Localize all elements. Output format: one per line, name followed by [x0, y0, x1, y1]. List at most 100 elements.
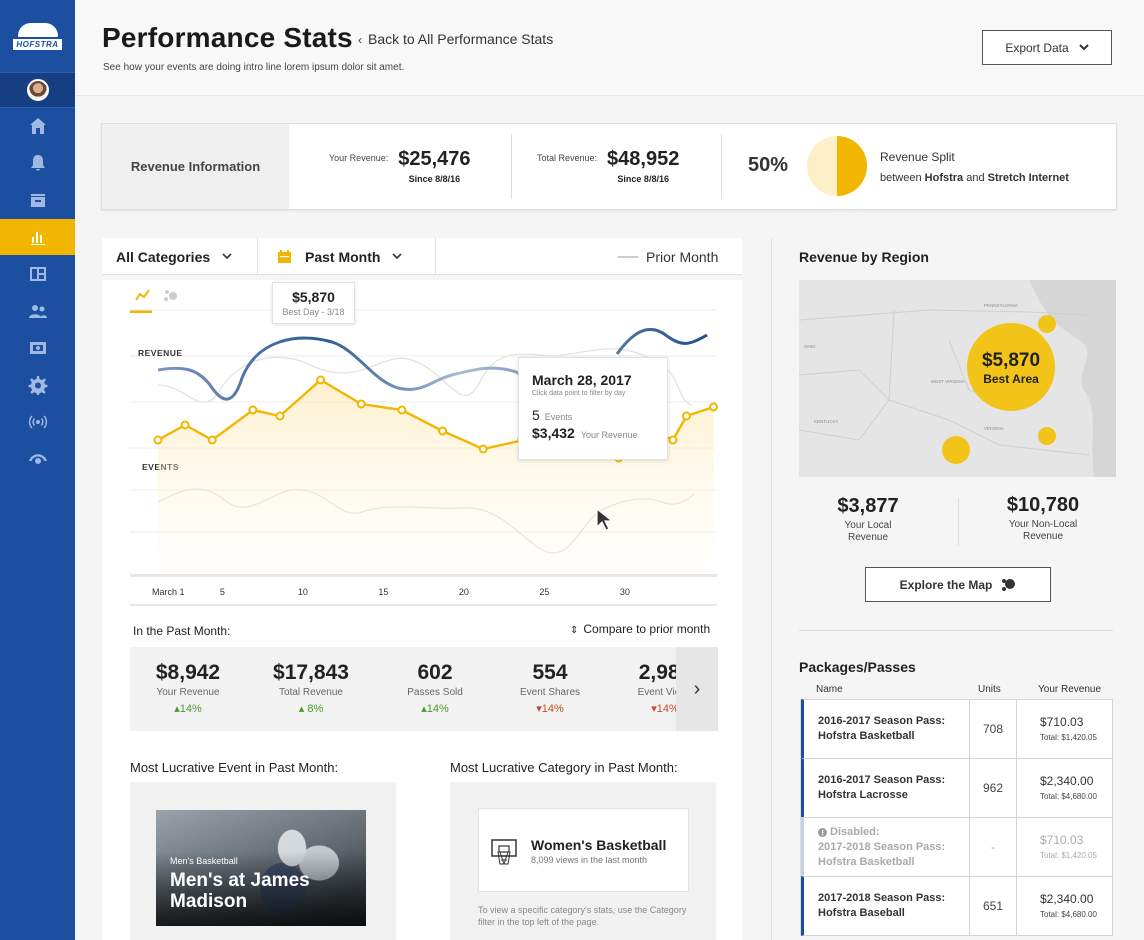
export-data-button[interactable]: Export Data — [982, 30, 1112, 65]
package-total: Total: $1,420.05 — [1040, 733, 1097, 742]
packages-table-header: Name Units Your Revenue — [800, 684, 1113, 698]
compare-prior-month-toggle[interactable]: ⇕ Compare to prior month — [570, 622, 710, 636]
events-point[interactable] — [397, 405, 407, 415]
chevron-right-icon: › — [693, 677, 701, 700]
package-total: Total: $4,680.00 — [1040, 792, 1097, 801]
sidebar-item-settings[interactable] — [0, 367, 75, 403]
chevron-down-icon — [222, 253, 232, 260]
table-row[interactable]: 2017-2018 Season Pass: Hofstra Baseball … — [801, 876, 1113, 936]
page-title: Performance Stats — [102, 22, 353, 53]
tooltip-hint: Click data point to filter by day — [532, 390, 626, 397]
package-total: Total: $4,680.00 — [1040, 910, 1097, 919]
sidebar-item-dashboard[interactable] — [0, 256, 75, 292]
tooltip-date: March 28, 2017 — [532, 372, 632, 388]
compare-prior-month-label: Compare to prior month — [583, 622, 711, 636]
scatter-mode-toggle[interactable] — [164, 290, 177, 301]
packages-table: 2016-2017 Season Pass: Hofstra Basketbal… — [800, 699, 1113, 936]
column-divider — [771, 238, 772, 940]
region-bubble[interactable] — [1038, 315, 1056, 333]
split-party-a: Hofstra — [924, 172, 964, 184]
table-row[interactable]: Disabled: 2017-2018 Season Pass: Hofstra… — [801, 817, 1113, 877]
hofstra-logo[interactable]: HOFSTRA — [0, 0, 75, 72]
prior-month-legend-label: Prior Month — [646, 248, 719, 265]
best-day-label: Best Day - 3/18 — [282, 307, 345, 317]
stat-value: $8,942 — [155, 661, 221, 684]
explore-map-button[interactable]: Explore the Map — [865, 567, 1051, 602]
period-filter-dropdown[interactable]: Past Month — [278, 238, 403, 275]
stats-next-button[interactable]: › — [676, 647, 718, 731]
sidebar-item-home[interactable] — [0, 108, 75, 144]
stat-change: ▴14% — [133, 702, 243, 715]
events-point[interactable] — [709, 402, 719, 412]
inbox-icon — [30, 194, 45, 207]
sidebar-item-users[interactable] — [0, 293, 75, 329]
package-units: 708 — [969, 700, 1017, 758]
chevron-left-icon: ‹ — [358, 33, 362, 47]
stat-change-value: 8% — [307, 703, 324, 715]
logo-wing-icon — [17, 22, 58, 37]
divider — [958, 498, 959, 546]
sidebar-item-broadcast[interactable] — [0, 404, 75, 440]
table-row[interactable]: 2016-2017 Season Pass: Hofstra Basketbal… — [801, 699, 1113, 759]
events-point[interactable] — [153, 435, 163, 445]
events-point[interactable] — [668, 435, 678, 445]
ticket-icon — [29, 342, 46, 354]
stat-change-value: 14% — [426, 703, 449, 715]
chevron-down-icon — [1078, 44, 1089, 51]
your-revenue-value: $25,476 — [398, 148, 471, 170]
gear-icon — [28, 376, 47, 395]
your-revenue: Your Revenue: $25,476 Since 8/8/16 — [329, 148, 471, 184]
logo-wordmark: HOFSTRA — [13, 38, 62, 50]
package-units: 962 — [969, 759, 1017, 817]
trend-line-icon — [135, 289, 150, 301]
events-point[interactable] — [438, 426, 448, 436]
back-link[interactable]: ‹ Back to All Performance Stats — [358, 31, 553, 47]
mouse-cursor-icon — [596, 508, 614, 531]
sidebar-item-views[interactable] — [0, 441, 75, 477]
pie-slice-hofstra — [837, 136, 867, 196]
sidebar-item-stats[interactable] — [0, 219, 75, 255]
x-tick-label: 20 — [459, 587, 469, 597]
revenue-split-pie — [807, 136, 867, 196]
stat-change: ▴14% — [380, 702, 490, 715]
package-units: 651 — [969, 877, 1017, 935]
lucrative-category-card[interactable]: Women's Basketball 8,099 views in the la… — [478, 808, 689, 892]
avatar[interactable] — [26, 79, 49, 101]
lucrative-event-card[interactable]: Men's Basketball Men's at James Madison — [156, 810, 366, 926]
region-bubble[interactable] — [942, 436, 970, 464]
events-point[interactable] — [207, 435, 217, 445]
export-data-label: Export Data — [1005, 40, 1069, 55]
bar-chart-icon — [30, 232, 45, 245]
user-avatar-row[interactable] — [0, 72, 75, 108]
category-filter-dropdown[interactable]: All Categories — [116, 238, 232, 275]
x-tick-label: 30 — [620, 587, 630, 597]
events-point[interactable] — [248, 405, 258, 415]
sidebar-item-inbox[interactable] — [0, 182, 75, 218]
sidebar-item-notifications[interactable] — [0, 145, 75, 181]
prior-month-legend[interactable]: Prior Month — [618, 238, 718, 275]
stat-value: 554 — [532, 661, 568, 684]
total-revenue-caption: Total Revenue: — [537, 153, 598, 163]
events-point[interactable] — [356, 399, 366, 409]
category-views: 8,099 views in the last month — [531, 855, 648, 865]
region-bubble[interactable] — [1038, 427, 1056, 445]
event-category-tag: Men's Basketball — [170, 856, 238, 866]
best-area-caption: Best Area — [983, 372, 1039, 386]
package-name: 2016-2017 Season Pass: Hofstra Lacrosse — [818, 774, 946, 801]
day-detail-tooltip: March 28, 2017 Click data point to filte… — [518, 357, 668, 460]
table-row[interactable]: 2016-2017 Season Pass: Hofstra Lacrosse … — [801, 758, 1113, 818]
divider — [511, 134, 512, 199]
basketball-hoop-icon — [491, 839, 517, 865]
stat-your-revenue: $8,942 Your Revenue ▴14% — [133, 661, 243, 715]
events-point[interactable] — [316, 375, 326, 385]
best-day-value: $5,870 — [292, 289, 335, 305]
sidebar-item-tickets[interactable] — [0, 330, 75, 366]
split-party-b: Stretch Internet — [987, 172, 1069, 184]
stat-change: ▾14% — [495, 702, 605, 715]
events-point[interactable] — [180, 420, 190, 430]
page-subtitle: See how your events are doing intro line… — [103, 62, 405, 73]
events-point[interactable] — [275, 411, 285, 421]
events-point[interactable] — [478, 444, 488, 454]
events-point[interactable] — [681, 411, 691, 421]
package-revenue: $710.03 — [1040, 833, 1084, 847]
